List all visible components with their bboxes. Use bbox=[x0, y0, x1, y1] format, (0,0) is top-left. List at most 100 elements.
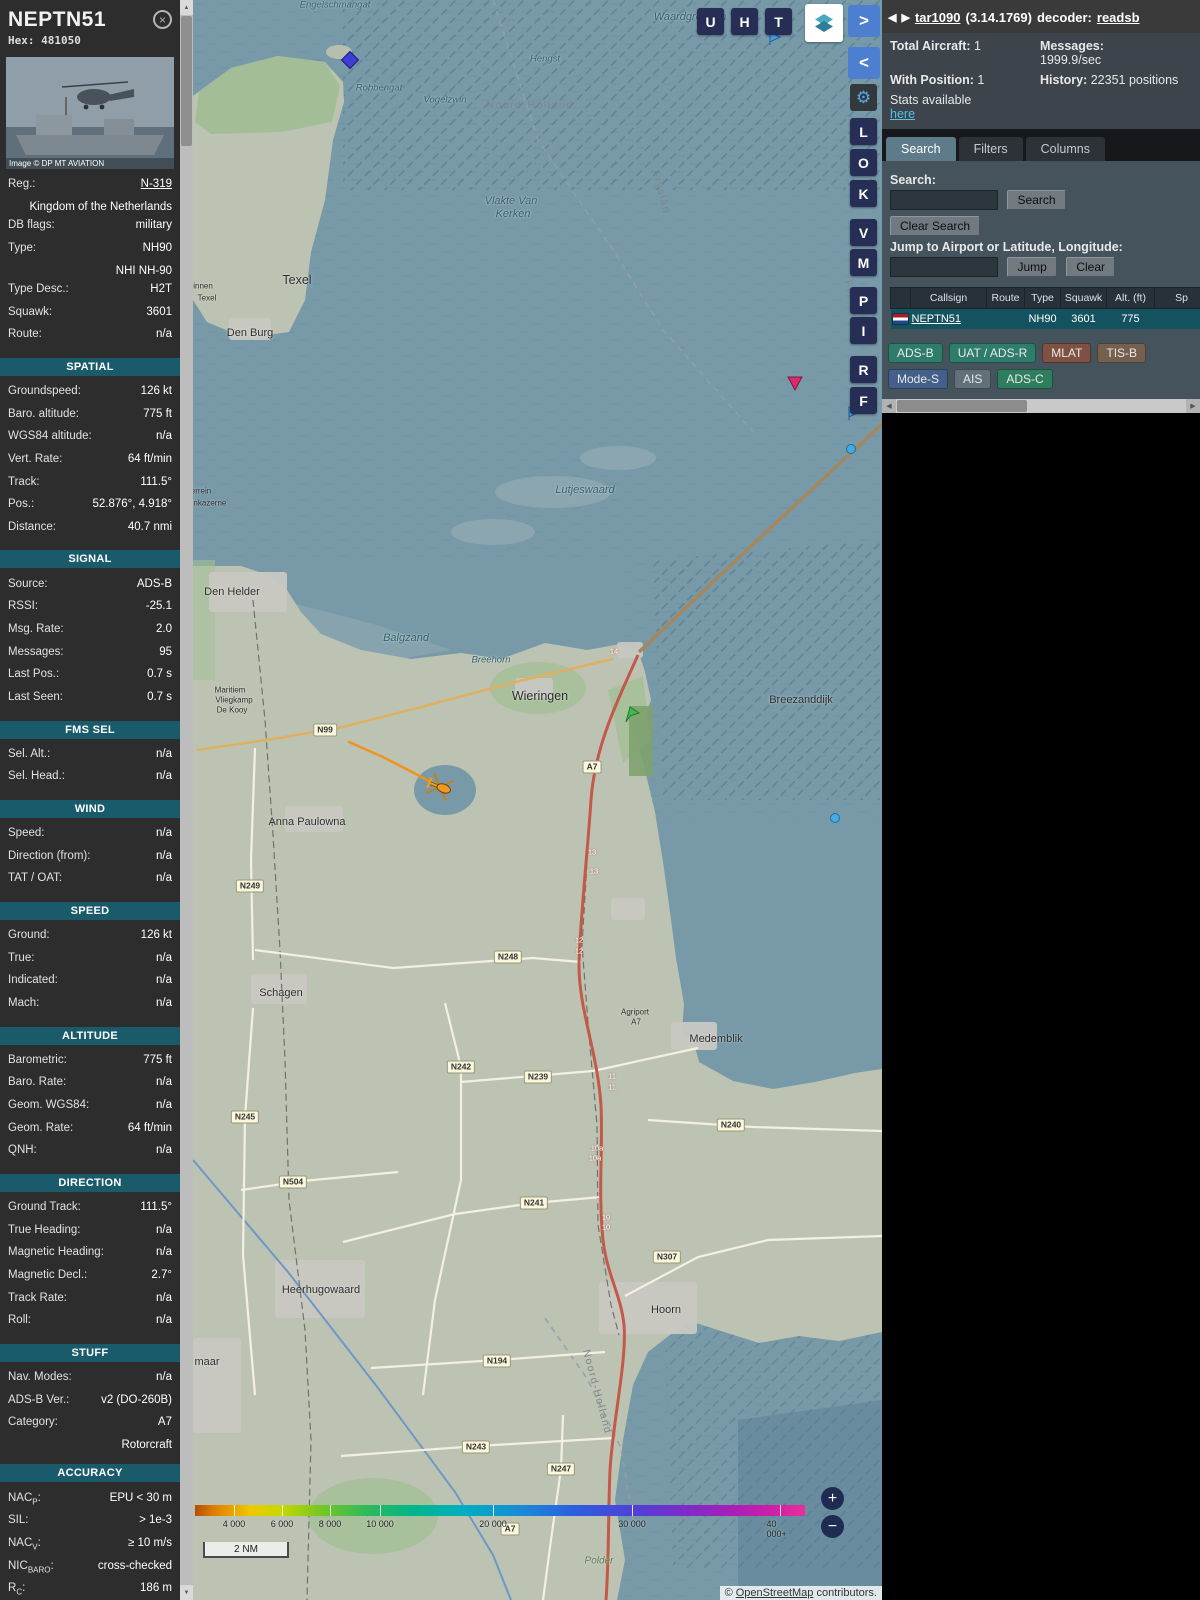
data-label: Distance: bbox=[8, 521, 56, 533]
source-filter-button[interactable]: AIS bbox=[954, 369, 992, 389]
next-aircraft-button[interactable]: ▶ bbox=[901, 11, 909, 24]
data-value: 40.7 nmi bbox=[127, 521, 172, 533]
jump-clear-button[interactable]: Clear bbox=[1066, 257, 1115, 277]
data-label: True: bbox=[8, 951, 35, 964]
map-option-button[interactable]: L bbox=[850, 118, 877, 145]
clear-search-button[interactable]: Clear Search bbox=[890, 216, 981, 236]
map-option-button[interactable]: O bbox=[850, 149, 877, 176]
data-label: Last Seen: bbox=[8, 691, 63, 704]
source-filter-button[interactable]: UAT / ADS-R bbox=[948, 343, 1037, 363]
info-row: DB flags: military bbox=[0, 216, 180, 239]
column-header[interactable]: Callsign bbox=[910, 287, 987, 309]
openstreetmap-link[interactable]: OpenStreetMap bbox=[736, 1587, 814, 1599]
close-icon[interactable]: × bbox=[153, 10, 172, 29]
panel-tab[interactable]: Search bbox=[886, 137, 956, 161]
data-row: Track: 111.5° bbox=[0, 472, 180, 495]
panel-tab[interactable]: Filters bbox=[958, 137, 1023, 161]
info-row: Route: n/a bbox=[0, 325, 180, 348]
layers-icon[interactable] bbox=[805, 4, 843, 42]
map-option-button[interactable]: F bbox=[850, 387, 877, 414]
expand-panel-button[interactable]: > bbox=[848, 5, 880, 37]
column-header[interactable]: Route bbox=[986, 287, 1025, 309]
data-value: 95 bbox=[159, 645, 172, 658]
search-panel: Search: Search Clear Search Jump to Airp… bbox=[882, 161, 1200, 333]
data-row: Msg. Rate: 2.0 bbox=[0, 620, 180, 643]
source-filter-button[interactable]: ADS-C bbox=[997, 369, 1053, 389]
section-header: FMS SEL bbox=[0, 720, 180, 739]
sidebar-section: SPEED Ground: 126 kt True: n/a Indicated… bbox=[0, 901, 180, 1017]
data-value: > 1e-3 bbox=[139, 1514, 172, 1527]
aircraft-icon[interactable] bbox=[424, 771, 456, 803]
total-aircraft-stat: Total Aircraft: 1 bbox=[890, 39, 981, 53]
data-label: Baro. altitude: bbox=[8, 407, 79, 420]
map-option-button[interactable]: I bbox=[850, 317, 877, 344]
scroll-down-icon[interactable]: ▼ bbox=[180, 1585, 193, 1600]
source-filter-button[interactable]: ADS-B bbox=[888, 343, 943, 363]
data-label: Geom. WGS84: bbox=[8, 1099, 90, 1112]
data-row: True: n/a bbox=[0, 949, 180, 972]
scrollbar-thumb[interactable] bbox=[897, 400, 1027, 412]
section-header: DIRECTION bbox=[0, 1173, 180, 1192]
scroll-up-icon[interactable]: ▲ bbox=[180, 0, 193, 15]
data-row: Mach: n/a bbox=[0, 994, 180, 1017]
info-label: Squawk: bbox=[8, 305, 53, 318]
source-filter-button[interactable]: Mode-S bbox=[888, 369, 949, 389]
helicopter-photo-illustration bbox=[6, 57, 174, 169]
sidebar-scrollbar[interactable]: ▲ ▼ bbox=[180, 0, 193, 1600]
zoom-in-button[interactable]: + bbox=[821, 1487, 844, 1510]
search-input[interactable] bbox=[890, 190, 998, 210]
data-value: n/a bbox=[156, 872, 172, 885]
map-toggle-button[interactable]: U bbox=[697, 8, 724, 35]
data-value: 64 ft/min bbox=[127, 1121, 172, 1134]
jump-input[interactable] bbox=[890, 257, 998, 277]
source-filter-button[interactable]: TIS-B bbox=[1097, 343, 1147, 363]
section-header: SPEED bbox=[0, 901, 180, 920]
column-header[interactable]: Type bbox=[1024, 287, 1061, 309]
readsb-link[interactable]: readsb bbox=[1097, 10, 1140, 25]
tar1090-link[interactable]: tar1090 bbox=[915, 10, 961, 25]
aircraft-photo[interactable]: Image © DP MT AVIATION bbox=[6, 57, 174, 169]
map-option-button[interactable]: V bbox=[850, 219, 877, 246]
scroll-right-icon[interactable]: ▶ bbox=[1186, 399, 1200, 413]
source-filter-button[interactable]: MLAT bbox=[1042, 343, 1092, 363]
data-row: Speed: n/a bbox=[0, 824, 180, 847]
zoom-out-button[interactable]: − bbox=[821, 1515, 844, 1538]
search-button[interactable]: Search bbox=[1007, 190, 1066, 210]
map-toggle-button[interactable]: T bbox=[765, 8, 792, 35]
data-value: 64 ft/min bbox=[127, 452, 172, 465]
data-value: n/a bbox=[156, 770, 172, 783]
jump-button[interactable]: Jump bbox=[1007, 257, 1057, 277]
sidebar-section: SPATIAL Groundspeed: 126 kt Baro. altitu… bbox=[0, 357, 180, 541]
data-label: True Heading: bbox=[8, 1223, 81, 1236]
data-row: Geom. Rate: 64 ft/min bbox=[0, 1119, 180, 1142]
map-option-button[interactable]: M bbox=[850, 249, 877, 276]
sidebar-section: DIRECTION Ground Track: 111.5° True Head… bbox=[0, 1173, 180, 1334]
scrollbar-thumb[interactable] bbox=[181, 16, 192, 146]
column-header[interactable]: Squawk bbox=[1060, 287, 1107, 309]
data-row: Ground Track: 111.5° bbox=[0, 1198, 180, 1221]
data-label: Ground Track: bbox=[8, 1201, 81, 1214]
data-row: NICBARO: cross-checked bbox=[0, 1556, 180, 1579]
prev-aircraft-button[interactable]: ◀ bbox=[888, 11, 896, 24]
data-value: ADS-B bbox=[136, 577, 172, 590]
speed-cell bbox=[1155, 309, 1200, 330]
callsign-cell[interactable]: NEPTN51 bbox=[911, 309, 987, 330]
column-header[interactable]: Alt. (ft) bbox=[1106, 287, 1155, 309]
data-label: SIL: bbox=[8, 1514, 29, 1527]
collapse-sidebar-button[interactable]: < bbox=[848, 47, 880, 79]
map[interactable]: Engelschmangat Waardgronden Hengst Robbe… bbox=[193, 0, 882, 1600]
column-header[interactable] bbox=[890, 287, 911, 309]
gear-icon[interactable]: ⚙ bbox=[850, 84, 877, 111]
column-header[interactable]: Sp bbox=[1154, 287, 1200, 309]
map-option-button[interactable]: P bbox=[850, 287, 877, 314]
aircraft-info-sidebar: NEPTN51 Hex: 481050 × Image © DP MT AVIA… bbox=[0, 0, 180, 1600]
panel-tab[interactable]: Columns bbox=[1025, 137, 1105, 161]
stats-link[interactable]: here bbox=[890, 107, 1040, 121]
map-toggle-button[interactable]: H bbox=[731, 8, 758, 35]
aircraft-table-row[interactable]: NEPTN51 NH90 3601 775 bbox=[890, 308, 1200, 330]
scroll-left-icon[interactable]: ◀ bbox=[882, 399, 896, 413]
map-option-button[interactable]: K bbox=[850, 180, 877, 207]
map-option-button[interactable]: R bbox=[850, 356, 877, 383]
panel-horizontal-scrollbar[interactable]: ◀ ▶ bbox=[882, 399, 1200, 413]
attribution-prefix: © bbox=[724, 1587, 736, 1599]
